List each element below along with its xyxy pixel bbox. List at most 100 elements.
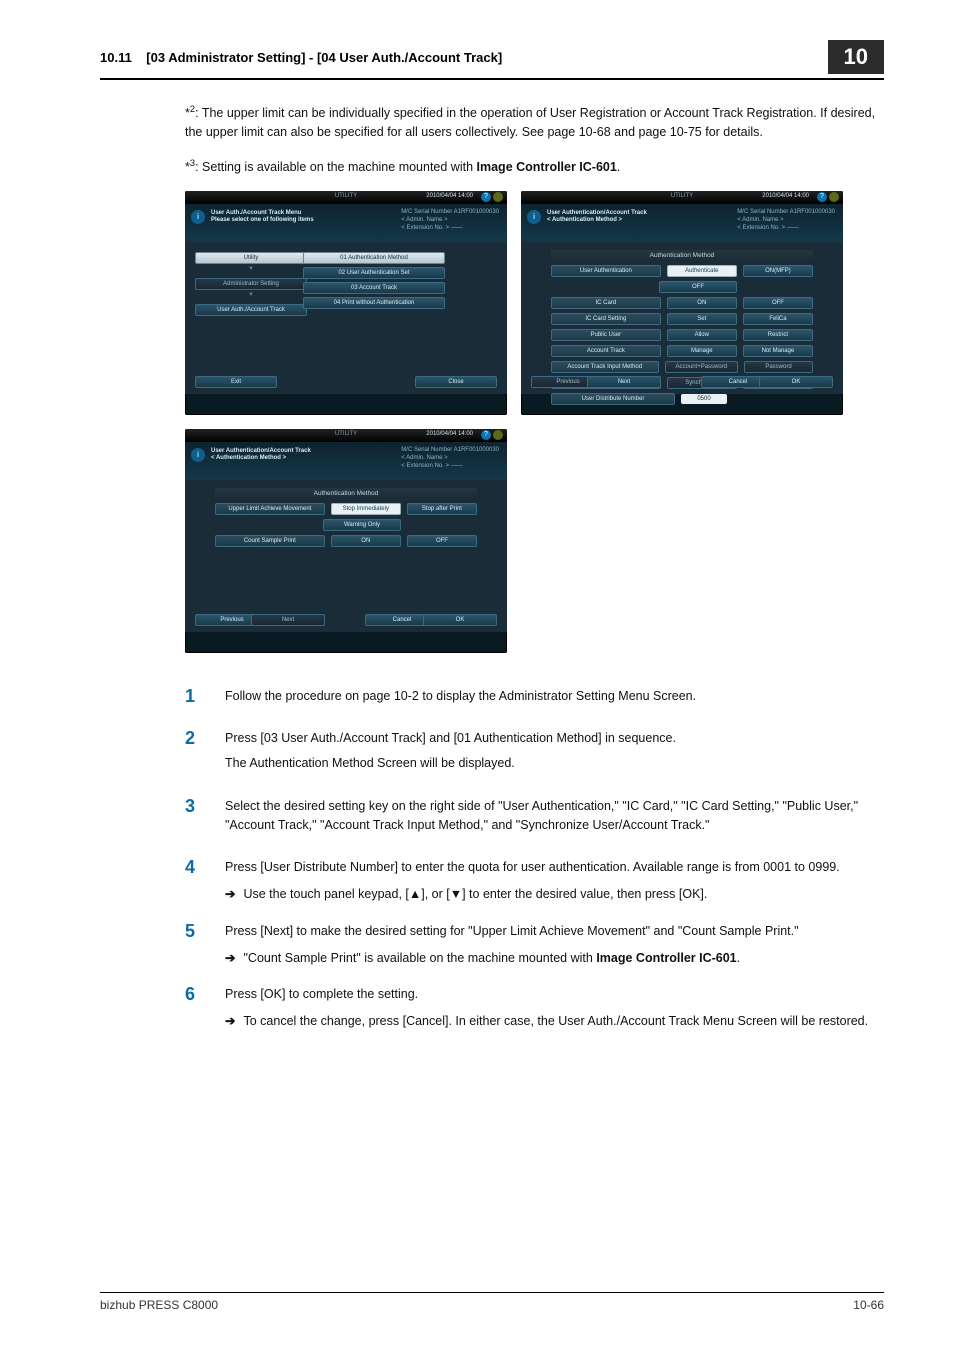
opt-on-mfp[interactable]: ON(MFP) [743,265,813,277]
admin-label: < Admin. Name > [737,216,835,224]
footnote-3-bold: Image Controller IC-601 [477,160,617,174]
substep: ➔ To cancel the change, press [Cancel]. … [225,1012,884,1031]
opt-warning-only[interactable]: Warning Only [323,519,401,531]
step-2: 2 Press [03 User Auth./Account Track] an… [185,729,884,779]
opt-restrict[interactable]: Restrict [743,329,813,341]
datetime-label: 2010/04/04 14:00 [426,193,473,199]
label-user-dist-num[interactable]: User Distribute Number [551,393,675,405]
shot-topbar: UTILITY 2010/04/04 14:00 ? [185,429,507,442]
step-number: 1 [185,687,203,712]
screenshot-menu: UTILITY 2010/04/04 14:00 ? i User Auth./… [185,191,507,415]
substep-text-a: "Count Sample Print" is available on the… [243,951,596,965]
opt-off[interactable]: OFF [407,535,477,547]
serial-label: M/C Serial Number A1RF001000030 [401,446,499,454]
screenshot-group: UTILITY 2010/04/04 14:00 ? i User Auth./… [185,191,884,667]
period: . [737,951,740,965]
top-icons: ? [481,192,503,202]
shot-body: Authentication Method User Authenticatio… [521,242,843,394]
opt-manage[interactable]: Manage [667,345,737,357]
substep: ➔ "Count Sample Print" is available on t… [225,949,884,968]
arrow-icon: ➔ [225,1012,235,1031]
opt-felica[interactable]: FeliCa [743,313,813,325]
step-number: 5 [185,922,203,968]
page: 10.11 [03 Administrator Setting] - [04 U… [0,0,954,1350]
opt-not-manage[interactable]: Not Manage [743,345,813,357]
header: 10.11 [03 Administrator Setting] - [04 U… [100,40,884,74]
ext-label: < Extension No. > —— [401,224,499,232]
help-icon[interactable]: ? [481,192,491,202]
info-icon: i [191,210,205,224]
exit-button[interactable]: Exit [195,376,277,388]
opt-off[interactable]: OFF [659,281,737,293]
admin-label: < Admin. Name > [401,454,499,462]
settings-panel: Authentication Method User Authenticatio… [551,250,813,366]
user-dist-num-value: 0500 [681,394,727,404]
top-icons: ? [817,192,839,202]
banner-meta: M/C Serial Number A1RF001000030 < Admin.… [401,446,499,471]
substep-text: "Count Sample Print" is available on the… [243,949,740,968]
shot-banner: i User Auth./Account Track Menu Please s… [185,204,507,242]
close-button[interactable]: Close [415,376,497,388]
substep: ➔ Use the touch panel keypad, [▲], or [▼… [225,885,884,904]
menu-print-noauth[interactable]: 04 Print without Authentication [303,297,445,309]
screenshot-auth-method-2: UTILITY 2010/04/04 14:00 ? i User Authen… [185,429,507,653]
serial-label: M/C Serial Number A1RF001000030 [401,208,499,216]
arrow-icon: ➔ [225,949,235,968]
menu-user-auth-set[interactable]: 02 User Authentication Set [303,267,445,279]
banner-meta: M/C Serial Number A1RF001000030 < Admin.… [737,208,835,233]
utility-label: UTILITY [335,193,357,199]
shot-banner: i User Authentication/Account Track < Au… [185,442,507,480]
next-button[interactable]: Next [587,376,661,388]
menu-list: 01 Authentication Method 02 User Authent… [303,252,445,309]
step-number: 4 [185,858,203,904]
banner-meta: M/C Serial Number A1RF001000030 < Admin.… [401,208,499,233]
step-text: Press [OK] to complete the setting. [225,985,884,1004]
opt-stop-immediate[interactable]: Stop Immediately [331,503,401,515]
breadcrumb-column: Utility Administrator Setting User Auth.… [195,252,307,316]
step-text: Press [User Distribute Number] to enter … [225,858,884,877]
label-iccard-setting: IC Card Setting [551,313,661,325]
substep-text: To cancel the change, press [Cancel]. In… [243,1012,868,1031]
label-public-user: Public User [551,329,661,341]
screenshot-auth-method-1: UTILITY 2010/04/04 14:00 ? i User Authen… [521,191,843,415]
footer-product: bizhub PRESS C8000 [100,1298,218,1312]
footnote-3-text: : Setting is available on the machine mo… [195,160,476,174]
shot-topbar: UTILITY 2010/04/04 14:00 ? [521,191,843,204]
opt-allow[interactable]: Allow [667,329,737,341]
ok-button[interactable]: OK [423,614,497,626]
label-userauth: User Authentication [551,265,661,277]
step-6: 6 Press [OK] to complete the setting. ➔ … [185,985,884,1031]
shot-body: Utility Administrator Setting User Auth.… [185,242,507,394]
ext-label: < Extension No. > —— [401,462,499,470]
shot-banner: i User Authentication/Account Track < Au… [521,204,843,242]
opt-authenticate[interactable]: Authenticate [667,265,737,277]
steps-list: 1 Follow the procedure on page 10-2 to d… [185,687,884,1031]
crumb-utility[interactable]: Utility [195,252,307,264]
opt-on[interactable]: ON [331,535,401,547]
help-icon[interactable]: ? [481,430,491,440]
opt-iccard-on[interactable]: ON [667,297,737,309]
panel-header: Authentication Method [215,488,477,499]
indicator-icon [829,192,839,202]
opt-set[interactable]: Set [667,313,737,325]
menu-auth-method[interactable]: 01 Authentication Method [303,252,445,264]
step-text: The Authentication Method Screen will be… [225,754,884,773]
label-count-sample: Count Sample Print [215,535,325,547]
arrow-icon: ➔ [225,885,235,904]
utility-label: UTILITY [335,431,357,437]
help-icon[interactable]: ? [817,192,827,202]
opt-iccard-off[interactable]: OFF [743,297,813,309]
step-text: Follow the procedure on page 10-2 to dis… [225,687,884,706]
crumb-admin[interactable]: Administrator Setting [195,278,307,290]
step-5: 5 Press [Next] to make the desired setti… [185,922,884,968]
label-upperlimit: Upper Limit Achieve Movement [215,503,325,515]
footnote-2: *2: The upper limit can be individually … [185,102,884,142]
opt-stop-after[interactable]: Stop after Print [407,503,477,515]
ok-button[interactable]: OK [759,376,833,388]
step-text: Press [03 User Auth./Account Track] and … [225,729,884,748]
datetime-label: 2010/04/04 14:00 [426,431,473,437]
menu-account-track[interactable]: 03 Account Track [303,282,445,294]
crumb-userauth[interactable]: User Auth./Account Track [195,304,307,316]
next-button: Next [251,614,325,626]
ext-label: < Extension No. > —— [737,224,835,232]
